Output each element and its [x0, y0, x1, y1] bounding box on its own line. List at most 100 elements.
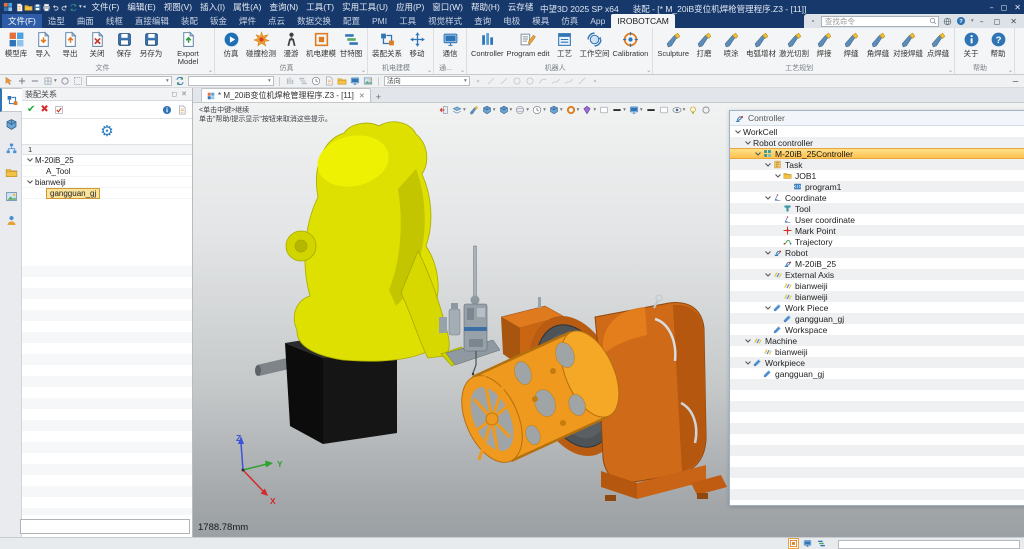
- add-select-button[interactable]: [17, 76, 27, 86]
- paint-brush-button[interactable]: [469, 105, 479, 115]
- tree-node-coordinate[interactable]: Coordinate: [730, 192, 1024, 203]
- box-select-button[interactable]: [73, 76, 83, 86]
- walkthrough-button[interactable]: 漫游: [278, 29, 304, 59]
- side-tab-user-session[interactable]: [0, 208, 22, 232]
- ribbon-tab-焊件[interactable]: 焊件: [233, 14, 262, 28]
- command-search-input[interactable]: [821, 16, 939, 27]
- communication-button[interactable]: 通信: [437, 29, 463, 59]
- fillet-weld-button[interactable]: 角焊缝: [865, 29, 891, 59]
- ribbon-tab-仿真[interactable]: 仿真: [555, 14, 584, 28]
- rotate-view-button[interactable]: ▾: [566, 105, 580, 115]
- import-button[interactable]: 导入: [30, 29, 56, 59]
- restore-icon[interactable]: ◻: [1001, 3, 1008, 12]
- tree-node-m-20ib-25controller[interactable]: M-20iB_25Controller: [730, 148, 1024, 159]
- exit-environment-button[interactable]: [439, 105, 449, 115]
- panel-restore-icon[interactable]: ◻: [169, 90, 179, 98]
- side-tab-reuse-library[interactable]: [0, 160, 22, 184]
- online-icon[interactable]: [943, 17, 952, 26]
- normal-combo[interactable]: 法向▾: [384, 76, 470, 86]
- menu-item-6[interactable]: 工具(T): [302, 0, 338, 14]
- group-expander-icon[interactable]: ⌄: [948, 67, 953, 74]
- cancel-icon[interactable]: ✖: [40, 105, 48, 115]
- tree-node-bianweiji[interactable]: bianweiji: [730, 346, 1024, 357]
- help-button[interactable]: ?帮助: [985, 29, 1011, 59]
- butt-weld-button[interactable]: 对接焊缝: [892, 29, 924, 59]
- mechatronics-model-button[interactable]: 机电建模: [305, 29, 337, 59]
- doc-minimize-icon[interactable]: –: [978, 17, 986, 26]
- filter-combo[interactable]: ▾: [86, 76, 172, 86]
- tree-node-workcell[interactable]: WorkCell: [730, 126, 1024, 137]
- ground-plane-button[interactable]: [646, 105, 656, 115]
- light-button[interactable]: [688, 105, 698, 115]
- close-doc-button[interactable]: 关闭: [84, 29, 110, 59]
- ribbon-tab-曲面[interactable]: 曲面: [71, 14, 100, 28]
- monitor-view-button[interactable]: [350, 76, 360, 86]
- ribbon-tab-钣金[interactable]: 钣金: [204, 14, 233, 28]
- section-view-button[interactable]: ▾: [612, 105, 626, 115]
- spray-button[interactable]: 喷涂: [718, 29, 744, 59]
- wireframe-display-button[interactable]: ▾: [499, 105, 513, 115]
- side-tab-assembly-relations[interactable]: [0, 88, 22, 112]
- library-folder-button[interactable]: [337, 76, 347, 86]
- controller-panel-titlebar[interactable]: Controller: [730, 111, 1024, 126]
- new-file-icon[interactable]: [15, 3, 24, 12]
- help-icon[interactable]: ?: [956, 16, 966, 26]
- pick-cursor-button[interactable]: [4, 76, 14, 86]
- tree-node-work-piece[interactable]: Work Piece: [730, 302, 1024, 313]
- tree-node-tool[interactable]: Tool: [730, 203, 1024, 214]
- export-button[interactable]: 导出: [57, 29, 83, 59]
- snap-options-button[interactable]: ▾: [43, 76, 57, 86]
- open-file-icon[interactable]: [24, 3, 33, 12]
- display-monitor-button[interactable]: [803, 539, 812, 548]
- menu-item-7[interactable]: 实用工具(U): [338, 0, 392, 14]
- tree-node-job1[interactable]: JOB1: [730, 170, 1024, 181]
- ribbon-tab-视觉样式[interactable]: 视觉样式: [422, 14, 468, 28]
- relation-row-gangguan_gj[interactable]: gangguan_gj: [22, 188, 192, 199]
- doc-restore-icon[interactable]: ◻: [992, 17, 1003, 26]
- auto-regen-button[interactable]: [175, 76, 185, 86]
- close-icon[interactable]: ✕: [1014, 3, 1021, 12]
- doc-close-icon[interactable]: ✕: [1008, 17, 1019, 26]
- menu-item-3[interactable]: 插入(I): [196, 0, 229, 14]
- menu-item-11[interactable]: 云存储: [504, 0, 538, 14]
- ribbon-tab-点云[interactable]: 点云: [262, 14, 291, 28]
- screen-display-button[interactable]: ▾: [629, 105, 643, 115]
- shaded-display-button[interactable]: ▾: [482, 105, 496, 115]
- tree-node-robot[interactable]: Robot: [730, 247, 1024, 258]
- weld-seam-button[interactable]: 焊缝: [838, 29, 864, 59]
- ribbon-tab-配置[interactable]: 配置: [337, 14, 366, 28]
- ribbon-tab-查询[interactable]: 查询: [468, 14, 497, 28]
- simulate-button[interactable]: 仿真: [218, 29, 244, 59]
- relation-row-bianweiji[interactable]: bianweiji: [22, 177, 192, 188]
- spot-weld-button[interactable]: 点焊缝: [925, 29, 951, 59]
- ribbon-tab-irobotcam[interactable]: IROBOTCAM: [611, 14, 674, 28]
- menu-item-1[interactable]: 编辑(E): [123, 0, 159, 14]
- help-caret-icon[interactable]: ▾: [971, 18, 974, 24]
- gantt-chart-button[interactable]: 甘特图: [338, 29, 364, 59]
- menu-item-10[interactable]: 帮助(H): [467, 0, 504, 14]
- document-tab[interactable]: * M_20iB变位机焊枪管理程序.Z3 - [11] ✕: [201, 88, 371, 102]
- tree-node-mark-point[interactable]: Mark Point: [730, 225, 1024, 236]
- redo-icon[interactable]: [60, 3, 69, 12]
- save-file-icon[interactable]: [33, 3, 42, 12]
- model-library-button[interactable]: 模型库: [3, 29, 29, 59]
- apply-check-icon[interactable]: [54, 105, 64, 115]
- tree-node-bianweiji[interactable]: bianweiji: [730, 280, 1024, 291]
- menu-item-8[interactable]: 应用(P): [392, 0, 428, 14]
- relation-row-m-20ib_25[interactable]: M-20iB_25: [22, 155, 192, 166]
- tree-node-workspace[interactable]: Workspace: [730, 324, 1024, 335]
- perspective-view-button[interactable]: ▾: [532, 105, 546, 115]
- menu-item-0[interactable]: 文件(F): [88, 0, 124, 14]
- tree-node-task[interactable]: Task: [730, 159, 1024, 170]
- new-tab-button[interactable]: +: [371, 92, 386, 102]
- note-card-button[interactable]: [599, 105, 609, 115]
- group-expander-icon[interactable]: ⌄: [208, 67, 213, 74]
- circle-ref-button[interactable]: [701, 105, 711, 115]
- group-expander-icon[interactable]: ⌄: [1008, 67, 1013, 74]
- quick-edit-input[interactable]: [20, 519, 190, 534]
- side-tab-solids-tree[interactable]: [0, 112, 22, 136]
- gear-icon[interactable]: ⚙: [100, 124, 113, 139]
- menu-item-9[interactable]: 窗口(W): [428, 0, 467, 14]
- panel-close-icon[interactable]: ✕: [179, 90, 189, 98]
- history-clock-button[interactable]: [311, 76, 321, 86]
